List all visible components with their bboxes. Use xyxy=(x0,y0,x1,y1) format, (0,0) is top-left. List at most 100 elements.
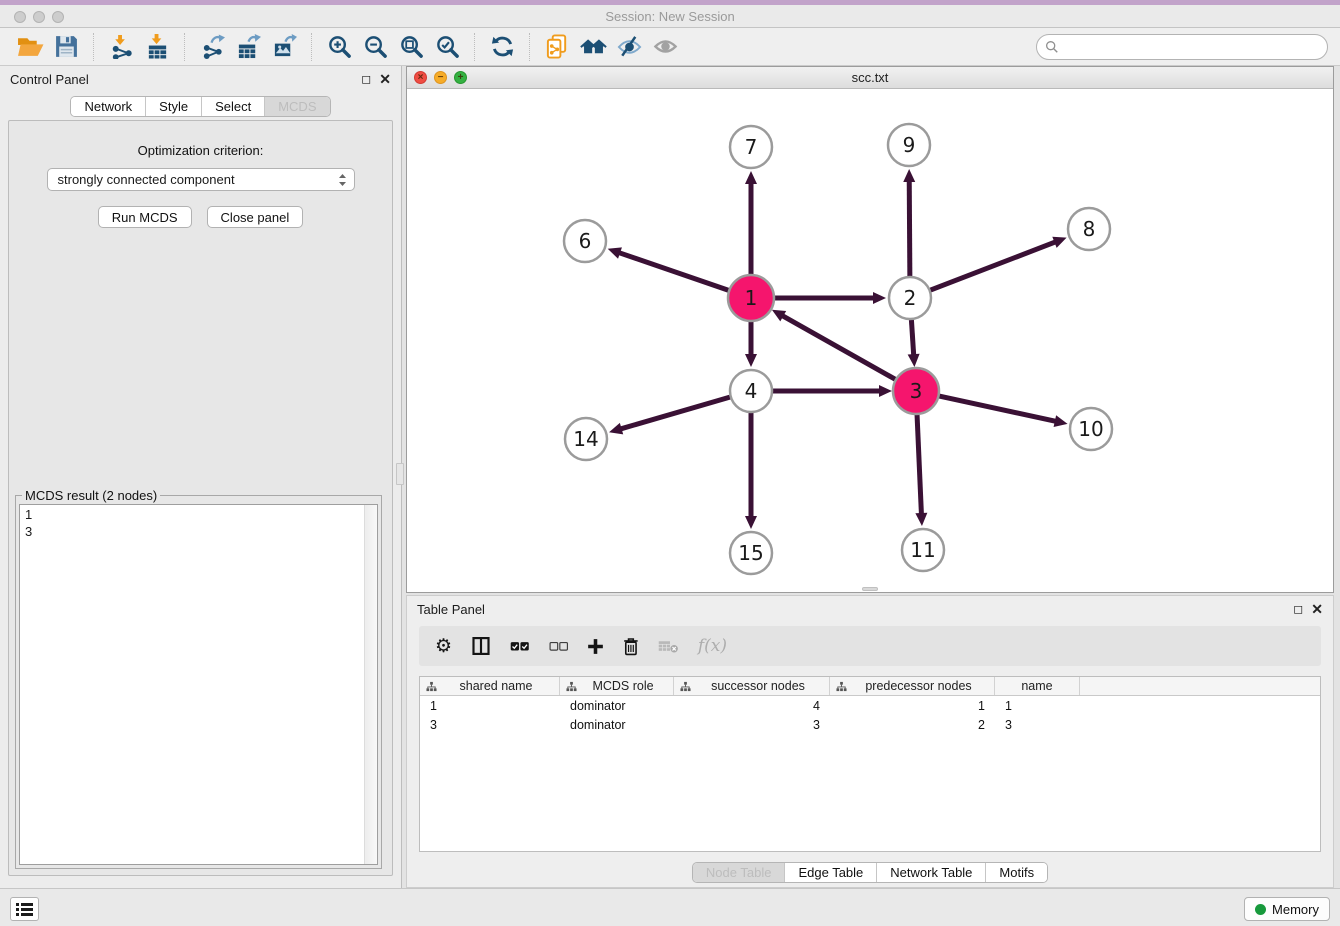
split-columns-icon[interactable] xyxy=(471,633,491,659)
graph-node-4[interactable]: 4 xyxy=(730,370,772,412)
network-window-close-icon[interactable]: × xyxy=(414,71,427,84)
float-icon[interactable]: ◻ xyxy=(1293,603,1303,615)
table-cell[interactable]: 1 xyxy=(995,698,1080,715)
open-folder-icon[interactable] xyxy=(12,32,48,62)
graph-edge-4-15[interactable] xyxy=(745,413,757,529)
graph-node-2[interactable]: 2 xyxy=(889,277,931,319)
graph-edge-3-1[interactable] xyxy=(772,310,897,380)
search-input[interactable] xyxy=(1036,34,1328,60)
close-icon[interactable]: ✕ xyxy=(1311,602,1323,616)
close-panel-button[interactable]: Close panel xyxy=(207,206,304,228)
tab-select[interactable]: Select xyxy=(201,97,264,116)
tab-motifs[interactable]: Motifs xyxy=(985,863,1047,882)
column-header-MCDS-role[interactable]: MCDS role xyxy=(560,677,674,695)
tab-node-table[interactable]: Node Table xyxy=(693,863,785,882)
show-all-icon xyxy=(647,32,683,62)
column-header-predecessor-nodes[interactable]: predecessor nodes xyxy=(830,677,995,695)
graph-node-11[interactable]: 11 xyxy=(902,529,944,571)
tab-edge-table[interactable]: Edge Table xyxy=(784,863,876,882)
network-window-zoom-icon[interactable]: + xyxy=(454,71,467,84)
tab-style[interactable]: Style xyxy=(145,97,201,116)
graph-edge-4-14[interactable] xyxy=(609,397,730,434)
close-icon[interactable]: ✕ xyxy=(379,72,391,86)
save-session-icon[interactable] xyxy=(48,32,84,62)
toolbar-separator xyxy=(311,33,312,61)
graph-edge-3-11[interactable] xyxy=(915,413,927,526)
run-mcds-button[interactable]: Run MCDS xyxy=(98,206,192,228)
graph-edge-3-10[interactable] xyxy=(937,396,1067,427)
column-header-shared-name[interactable]: shared name xyxy=(420,677,560,695)
graph-node-9[interactable]: 9 xyxy=(888,124,930,166)
float-icon[interactable]: ◻ xyxy=(361,73,371,85)
svg-text:2: 2 xyxy=(904,286,917,310)
graph-node-14[interactable]: 14 xyxy=(565,418,607,460)
graph-edge-1-4[interactable] xyxy=(745,320,757,367)
graph-node-7[interactable]: 7 xyxy=(730,126,772,168)
graph-node-3[interactable]: 3 xyxy=(893,368,939,414)
svg-text:9: 9 xyxy=(903,133,916,157)
zoom-in-icon[interactable] xyxy=(321,32,357,62)
table-cell[interactable]: 1 xyxy=(420,698,560,715)
table-panel-tabs: Node TableEdge TableNetwork TableMotifs xyxy=(692,862,1048,883)
table-cell[interactable]: dominator xyxy=(560,698,674,715)
delete-columns-icon[interactable] xyxy=(623,633,639,659)
export-table-icon[interactable] xyxy=(230,32,266,62)
refresh-icon[interactable] xyxy=(484,32,520,62)
table-cell[interactable]: 3 xyxy=(674,717,830,734)
graph-node-6[interactable]: 6 xyxy=(564,220,606,262)
column-header-successor-nodes[interactable]: successor nodes xyxy=(674,677,830,695)
optimization-criterion-select[interactable]: strongly connected component xyxy=(47,168,355,191)
table-cell[interactable]: 1 xyxy=(830,698,995,715)
first-neighbors-icon[interactable] xyxy=(575,32,611,62)
graph-edge-2-3[interactable] xyxy=(908,320,920,367)
graph-node-15[interactable]: 15 xyxy=(730,532,772,574)
network-window-minimize-icon[interactable]: − xyxy=(434,71,447,84)
graph-edge-1-7[interactable] xyxy=(745,171,757,276)
task-history-button[interactable] xyxy=(10,897,39,921)
gear-icon[interactable]: ⚙ xyxy=(435,633,452,659)
window-titlebar: Session: New Session xyxy=(0,0,1340,28)
graph-edge-2-8[interactable] xyxy=(931,237,1067,290)
mcds-result-title: MCDS result (2 nodes) xyxy=(22,488,160,503)
toolbar-separator xyxy=(184,33,185,61)
add-column-icon[interactable] xyxy=(587,633,604,659)
table-row[interactable]: 1dominator411 xyxy=(420,698,1320,715)
graph-edge-1-2[interactable] xyxy=(773,292,886,304)
tab-network-table[interactable]: Network Table xyxy=(876,863,985,882)
table-cell[interactable]: dominator xyxy=(560,717,674,734)
mcds-result-box[interactable]: 1 3 xyxy=(19,504,378,865)
network-canvas[interactable]: 7 9 6 8 1 2 4 3 14 10 15 11 xyxy=(407,89,1333,592)
table-cell[interactable]: 4 xyxy=(674,698,830,715)
zoom-out-icon[interactable] xyxy=(357,32,393,62)
import-table-icon[interactable] xyxy=(139,32,175,62)
table-cell[interactable]: 3 xyxy=(995,717,1080,734)
graph-node-10[interactable]: 10 xyxy=(1070,408,1112,450)
column-header-name[interactable]: name xyxy=(995,677,1080,695)
graph-node-1[interactable]: 1 xyxy=(728,275,774,321)
table-row[interactable]: 3dominator323 xyxy=(420,717,1320,734)
import-network-icon[interactable] xyxy=(103,32,139,62)
graph-edge-4-3[interactable] xyxy=(773,385,892,397)
svg-text:6: 6 xyxy=(579,229,592,253)
network-window-titlebar[interactable]: ×−+ scc.txt xyxy=(407,67,1333,89)
graph-node-8[interactable]: 8 xyxy=(1068,208,1110,250)
hide-selected-icon[interactable] xyxy=(611,32,647,62)
clone-network-icon[interactable] xyxy=(539,32,575,62)
export-network-icon[interactable] xyxy=(194,32,230,62)
zoom-selected-icon[interactable] xyxy=(429,32,465,62)
tab-network[interactable]: Network xyxy=(71,97,145,116)
export-image-icon[interactable] xyxy=(266,32,302,62)
zoom-fit-icon[interactable] xyxy=(393,32,429,62)
tab-mcds[interactable]: MCDS xyxy=(264,97,329,116)
select-all-columns-icon[interactable] xyxy=(510,633,530,659)
panel-splitter-grip[interactable] xyxy=(396,463,404,485)
deselect-all-columns-icon[interactable] xyxy=(549,633,569,659)
horizontal-splitter-grip[interactable] xyxy=(862,587,878,591)
svg-text:1: 1 xyxy=(745,286,758,310)
table-cell[interactable]: 3 xyxy=(420,717,560,734)
memory-button[interactable]: Memory xyxy=(1244,897,1330,921)
table-cell[interactable]: 2 xyxy=(830,717,995,734)
mcds-result-scrollbar[interactable] xyxy=(364,505,377,864)
graph-edge-2-9[interactable] xyxy=(903,169,915,276)
graph-edge-1-6[interactable] xyxy=(608,247,730,291)
